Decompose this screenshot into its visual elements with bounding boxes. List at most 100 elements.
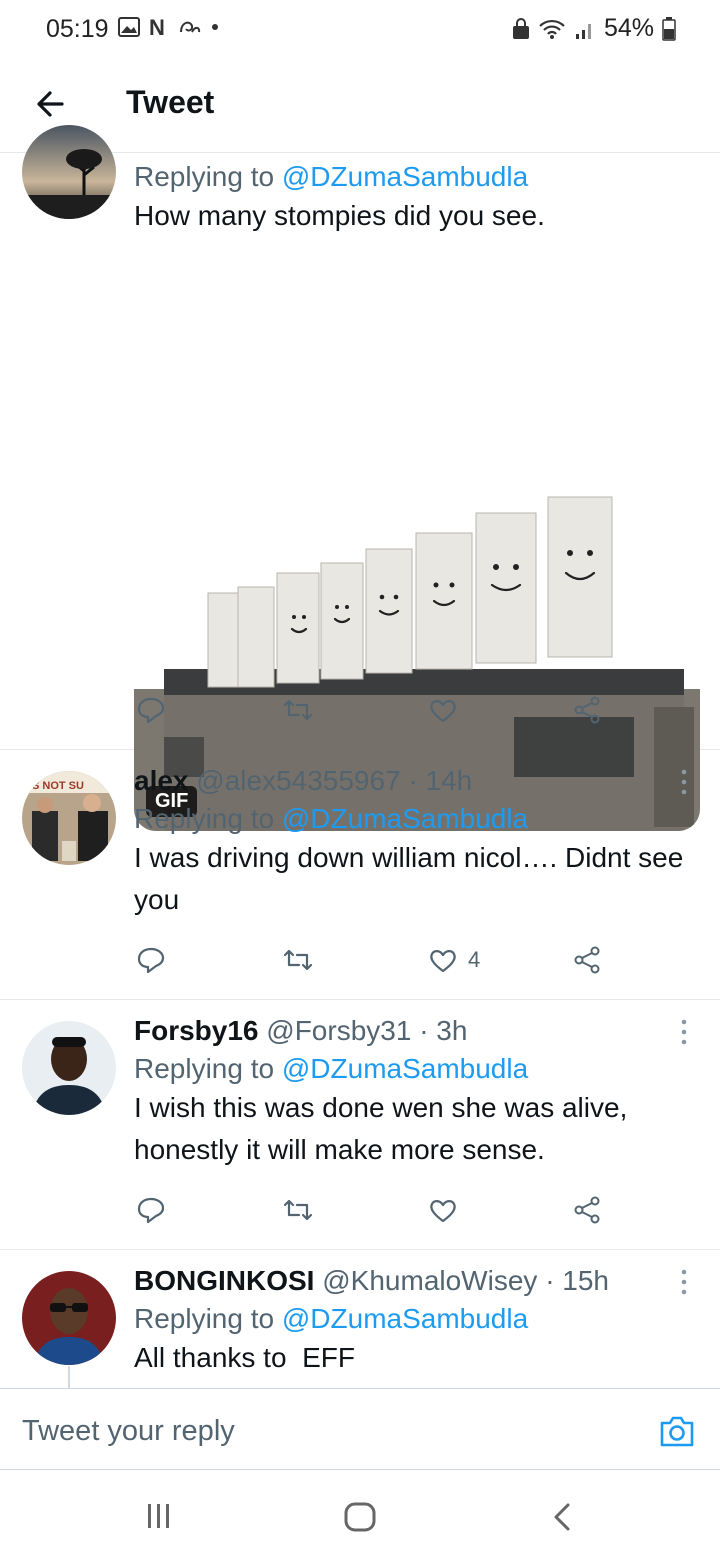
replying-to: Replying to @DZumaSambudla <box>134 1303 700 1335</box>
svg-text:N: N <box>149 16 165 38</box>
app-bar: Tweet <box>0 60 720 153</box>
replying-prefix: Replying to <box>134 1053 275 1084</box>
more-options-icon[interactable] <box>674 1267 694 1297</box>
reply-icon <box>137 1197 165 1224</box>
reply-button[interactable] <box>136 945 166 975</box>
avatar[interactable] <box>22 1271 116 1365</box>
avatar-portrait <box>22 1021 116 1115</box>
tweet-item[interactable]: BONGINKOSI @KhumaloWisey · 15h Replying … <box>0 1249 720 1388</box>
share-button[interactable] <box>572 945 602 975</box>
lock-icon <box>512 17 529 39</box>
share-icon <box>574 1196 600 1224</box>
back-nav-icon[interactable] <box>552 1502 572 1532</box>
retweet-icon <box>283 1199 313 1221</box>
recent-apps-icon[interactable] <box>146 1502 172 1530</box>
display-name[interactable]: BONGINKOSI <box>134 1265 314 1296</box>
avatar[interactable] <box>22 125 116 219</box>
thread-connector-line <box>68 1366 70 1388</box>
tweet-text: I wish this was done wen she was alive, … <box>134 1092 628 1165</box>
netflix-icon: N <box>149 16 165 38</box>
avatar-sunglasses-photo <box>22 1271 116 1365</box>
battery-percent: 54% <box>603 14 654 42</box>
share-icon <box>574 696 600 724</box>
heart-icon <box>430 1200 456 1223</box>
heart-icon <box>430 950 456 973</box>
reply-composer[interactable]: Tweet your reply <box>0 1388 720 1470</box>
replying-handle-link[interactable]: @DZumaSambudla <box>282 1053 528 1084</box>
share-button[interactable] <box>572 695 602 725</box>
wifi-icon <box>539 19 565 39</box>
tweet-actions: 4 <box>134 945 604 985</box>
tweet-header: Forsby16 @Forsby31 · 3h <box>134 1015 700 1047</box>
notification-icons: N <box>118 16 220 38</box>
tweet-item[interactable]: Forsby16 @Forsby31 · 3h Replying to @DZu… <box>0 999 720 1250</box>
replying-prefix: Replying to <box>134 1303 275 1334</box>
svg-text:S NOT SU: S NOT SU <box>32 780 84 792</box>
tweet-time: · 14h <box>408 765 473 796</box>
tweet-header: alex @alex54355967 · 14h <box>134 765 700 797</box>
display-name[interactable]: Forsby16 <box>134 1015 259 1046</box>
like-button[interactable] <box>428 1195 458 1225</box>
reply-button[interactable] <box>136 695 166 725</box>
tweet-actions <box>134 1195 604 1235</box>
reply-button[interactable] <box>136 1195 166 1225</box>
retweet-button[interactable] <box>282 1195 314 1225</box>
tweet-time: · 3h <box>419 1015 468 1046</box>
tweet-body: alex @alex54355967 · 14h Replying to @DZ… <box>134 765 700 921</box>
like-count: 4 <box>468 947 481 972</box>
tweet-item[interactable]: S NOT SU alex @alex54355967 · 14h Replyi… <box>0 749 720 1000</box>
reply-input-placeholder[interactable]: Tweet your reply <box>22 1415 235 1448</box>
battery-icon <box>662 16 676 41</box>
avatar[interactable]: S NOT SU <box>22 771 116 865</box>
replying-handle-link[interactable]: @DZumaSambudla <box>282 1303 528 1334</box>
replying-handle-link[interactable]: @DZumaSambudla <box>282 803 528 834</box>
status-right: 54% <box>512 14 676 43</box>
share-icon <box>574 946 600 974</box>
reply-icon <box>137 697 165 724</box>
tweet-body: Replying to @DZumaSambudla How many stom… <box>134 161 700 237</box>
retweet-button[interactable] <box>282 695 314 725</box>
tweet-actions <box>134 695 604 735</box>
retweet-icon <box>283 949 313 971</box>
like-button[interactable]: 4 <box>428 945 480 975</box>
replying-prefix: Replying to <box>134 803 275 834</box>
user-handle[interactable]: @KhumaloWisey <box>322 1265 537 1296</box>
retweet-button[interactable] <box>282 945 314 975</box>
user-handle[interactable]: @alex54355967 <box>196 765 400 796</box>
home-icon[interactable] <box>344 1502 376 1532</box>
replying-to: Replying to @DZumaSambudla <box>134 1053 700 1085</box>
replying-to: Replying to @DZumaSambudla <box>134 803 700 835</box>
tweet-body: Forsby16 @Forsby31 · 3h Replying to @DZu… <box>134 1015 700 1171</box>
page-title: Tweet <box>126 84 215 120</box>
tweet-body: BONGINKOSI @KhumaloWisey · 15h Replying … <box>134 1265 700 1379</box>
back-arrow-icon[interactable] <box>32 84 72 124</box>
tweet-text: All thanks to EFF <box>134 1342 355 1373</box>
replying-handle-link[interactable]: @DZumaSambudla <box>282 161 528 192</box>
more-notifications-dot-icon <box>212 24 218 30</box>
avatar-group-photo: S NOT SU <box>22 771 116 865</box>
avatar[interactable] <box>22 1021 116 1115</box>
user-handle[interactable]: @Forsby31 <box>266 1015 411 1046</box>
tweet-time: · 15h <box>545 1265 610 1296</box>
system-nav-bar <box>0 1470 720 1560</box>
camera-icon[interactable] <box>658 1413 696 1449</box>
avatar-sunset-image <box>22 125 116 219</box>
tweet-header: BONGINKOSI @KhumaloWisey · 15h <box>134 1265 700 1297</box>
signal-icon <box>575 23 591 39</box>
display-name[interactable]: alex <box>134 765 189 796</box>
heart-icon <box>430 700 456 723</box>
more-options-icon[interactable] <box>674 767 694 797</box>
status-time: 05:19 <box>46 15 109 43</box>
status-bar: 05:19 N 54% <box>0 0 720 60</box>
app-notification-icon <box>180 21 201 33</box>
share-button[interactable] <box>572 1195 602 1225</box>
replying-to: Replying to @DZumaSambudla <box>134 161 700 193</box>
like-button[interactable] <box>428 695 458 725</box>
tweet-text: I was driving down william nicol…. Didnt… <box>134 842 684 915</box>
retweet-icon <box>283 699 313 721</box>
more-options-icon[interactable] <box>674 1017 694 1047</box>
replying-prefix: Replying to <box>134 161 275 192</box>
reply-icon <box>137 947 165 974</box>
tweet-item[interactable]: Replying to @DZumaSambudla How many stom… <box>0 125 720 831</box>
gallery-icon <box>118 17 140 37</box>
